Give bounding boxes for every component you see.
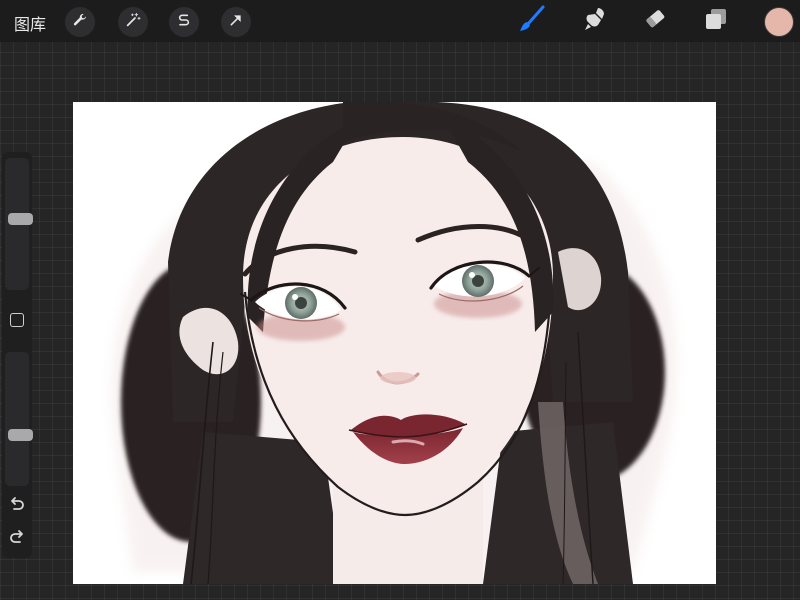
opacity-slider[interactable] — [5, 352, 33, 486]
redo-icon — [7, 530, 27, 552]
smudge-icon — [582, 6, 608, 37]
selection-s-icon — [176, 12, 192, 33]
selection-button[interactable] — [169, 7, 199, 37]
adjustments-button[interactable] — [118, 7, 148, 37]
brush-tool-button[interactable] — [517, 5, 547, 38]
layers-button[interactable] — [701, 6, 731, 36]
layers-icon — [703, 6, 729, 37]
transform-button[interactable] — [221, 7, 251, 37]
undo-button[interactable] — [7, 495, 27, 515]
top-toolbar: 图库 — [0, 0, 800, 42]
gallery-button[interactable]: 图库 — [14, 11, 46, 35]
left-sidebar — [2, 152, 33, 558]
eraser-icon — [642, 6, 668, 37]
brush-size-slider[interactable] — [5, 158, 33, 290]
drawing-canvas[interactable] — [73, 102, 716, 584]
redo-button[interactable] — [7, 528, 27, 548]
undo-icon — [7, 497, 27, 519]
brush-icon — [518, 5, 546, 38]
wrench-icon — [72, 12, 88, 33]
arrow-cursor-icon — [228, 12, 244, 33]
brush-size-thumb[interactable] — [8, 213, 33, 225]
modify-button[interactable] — [10, 313, 24, 327]
opacity-thumb[interactable] — [8, 429, 33, 441]
portrait-illustration — [111, 102, 677, 584]
color-swatch-button[interactable] — [764, 7, 794, 37]
smudge-tool-button[interactable] — [580, 6, 610, 36]
magic-wand-icon — [125, 12, 141, 33]
eraser-tool-button[interactable] — [640, 6, 670, 36]
actions-button[interactable] — [65, 7, 95, 37]
